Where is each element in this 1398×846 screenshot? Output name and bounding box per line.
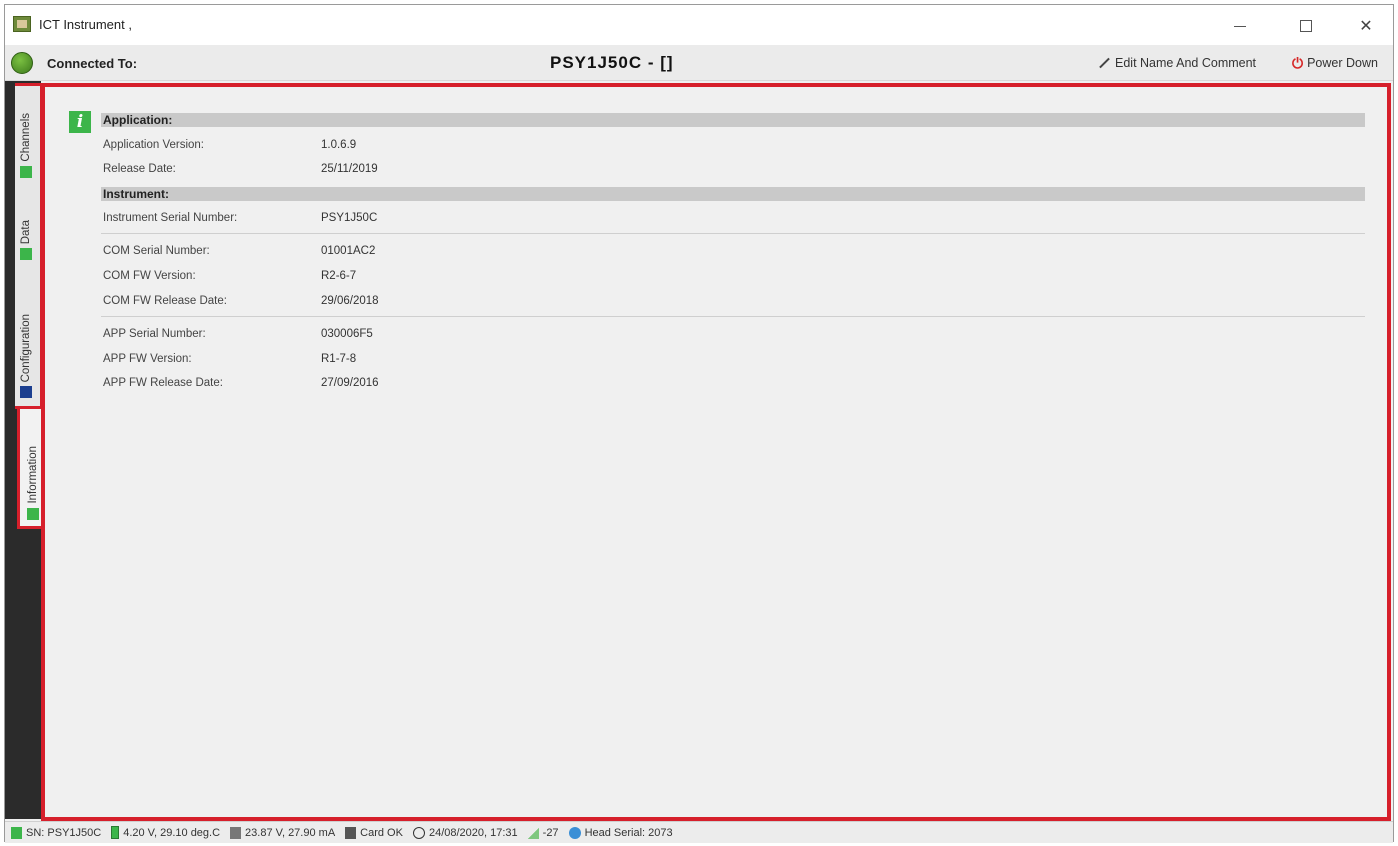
status-power-text: 23.87 V, 27.90 mA bbox=[245, 826, 336, 839]
tab-information-label: Information bbox=[26, 446, 39, 504]
status-serial: SN: PSY1J50C bbox=[11, 826, 102, 839]
tab-configuration[interactable]: Configuration bbox=[15, 268, 37, 402]
power-icon: ⏻ bbox=[1292, 55, 1304, 71]
info-icon: i bbox=[69, 111, 91, 133]
connected-to-label: Connected To: bbox=[47, 56, 138, 71]
power-down-button[interactable]: ⏻ Power Down bbox=[1292, 56, 1378, 70]
release-date-label: Release Date: bbox=[103, 163, 176, 175]
status-datetime-text: 24/08/2020, 17:31 bbox=[428, 826, 518, 839]
com-serial-label: COM Serial Number: bbox=[103, 245, 210, 257]
com-fw-version-value: R2-6-7 bbox=[321, 270, 357, 282]
minimize-icon bbox=[1234, 25, 1246, 27]
app-fw-date-label: APP FW Release Date: bbox=[103, 377, 223, 389]
app-fw-date-value: 27/09/2016 bbox=[321, 377, 379, 389]
connection-bar: Connected To: PSY1J50C - [] Edit Name An… bbox=[5, 45, 1393, 81]
com-fw-version-label: COM FW Version: bbox=[103, 270, 196, 282]
status-head-serial: Head Serial: 2073 bbox=[568, 826, 673, 839]
status-battery: 4.20 V, 29.10 deg.C bbox=[111, 826, 220, 839]
com-fw-date-value: 29/06/2018 bbox=[321, 295, 379, 307]
close-icon: ✕ bbox=[1359, 18, 1373, 35]
maximize-button[interactable] bbox=[1283, 11, 1329, 41]
status-battery-text: 4.20 V, 29.10 deg.C bbox=[123, 826, 221, 839]
app-fw-version-value: R1-7-8 bbox=[321, 353, 357, 365]
data-icon bbox=[20, 248, 32, 260]
head-serial-icon bbox=[568, 826, 581, 839]
app-window: ICT Instrument , ✕ Connected To: PSY1J50… bbox=[4, 4, 1394, 843]
release-date-value: 25/11/2019 bbox=[321, 163, 378, 175]
status-signal-text: -27 bbox=[542, 826, 559, 839]
maximize-icon bbox=[1300, 20, 1312, 32]
close-button[interactable]: ✕ bbox=[1343, 11, 1389, 41]
status-datetime: 24/08/2020, 17:31 bbox=[412, 826, 518, 839]
status-serial-text: SN: PSY1J50C bbox=[26, 826, 102, 839]
channels-icon bbox=[20, 166, 32, 178]
configuration-icon bbox=[20, 386, 32, 398]
tab-channels-label: Channels bbox=[20, 113, 32, 162]
serial-icon bbox=[11, 826, 22, 839]
app-logo-icon bbox=[13, 16, 31, 32]
divider bbox=[101, 316, 1365, 317]
inactive-tabs-group: Channels Data Configuration bbox=[15, 83, 43, 409]
minimize-button[interactable] bbox=[1217, 11, 1263, 41]
information-panel: i Application: Application Version: 1.0.… bbox=[41, 83, 1391, 821]
instrument-serial-label: Instrument Serial Number: bbox=[103, 212, 238, 224]
instrument-section-header: Instrument: bbox=[101, 187, 1365, 201]
app-version-label: Application Version: bbox=[103, 139, 205, 151]
tab-data[interactable]: Data bbox=[15, 186, 37, 264]
window-title: ICT Instrument , bbox=[39, 17, 132, 32]
status-power: 23.87 V, 27.90 mA bbox=[230, 826, 336, 839]
sd-card-icon bbox=[345, 826, 357, 839]
information-icon bbox=[26, 508, 39, 520]
title-bar: ICT Instrument , ✕ bbox=[5, 5, 1393, 45]
divider bbox=[101, 233, 1365, 234]
battery-icon bbox=[111, 826, 120, 839]
status-bar: SN: PSY1J50C 4.20 V, 29.10 deg.C 23.87 V… bbox=[5, 821, 1393, 843]
clock-icon bbox=[412, 826, 425, 839]
com-fw-date-label: COM FW Release Date: bbox=[103, 295, 227, 307]
instrument-serial-value: PSY1J50C bbox=[321, 212, 378, 224]
application-section-header: Application: bbox=[101, 113, 1365, 127]
tab-data-label: Data bbox=[20, 219, 32, 244]
status-head-serial-text: Head Serial: 2073 bbox=[584, 826, 673, 839]
app-fw-version-label: APP FW Version: bbox=[103, 353, 192, 365]
status-card: Card OK bbox=[345, 826, 403, 839]
com-serial-value: 01001AC2 bbox=[321, 245, 376, 257]
signal-icon bbox=[527, 826, 539, 839]
edit-name-label: Edit Name And Comment bbox=[1115, 56, 1257, 70]
app-serial-value: 030006F5 bbox=[321, 328, 373, 340]
tab-configuration-label: Configuration bbox=[20, 313, 32, 382]
app-serial-label: APP Serial Number: bbox=[103, 328, 206, 340]
status-signal: -27 bbox=[527, 826, 559, 839]
globe-icon bbox=[11, 52, 33, 74]
edit-name-button[interactable]: Edit Name And Comment bbox=[1097, 56, 1256, 70]
power-down-label: Power Down bbox=[1307, 56, 1378, 70]
tab-channels[interactable]: Channels bbox=[15, 90, 37, 182]
status-card-text: Card OK bbox=[360, 826, 403, 839]
device-title: PSY1J50C - [] bbox=[550, 53, 674, 72]
power-supply-icon bbox=[230, 826, 242, 839]
app-version-value: 1.0.6.9 bbox=[321, 139, 357, 151]
pencil-icon bbox=[1097, 57, 1111, 69]
